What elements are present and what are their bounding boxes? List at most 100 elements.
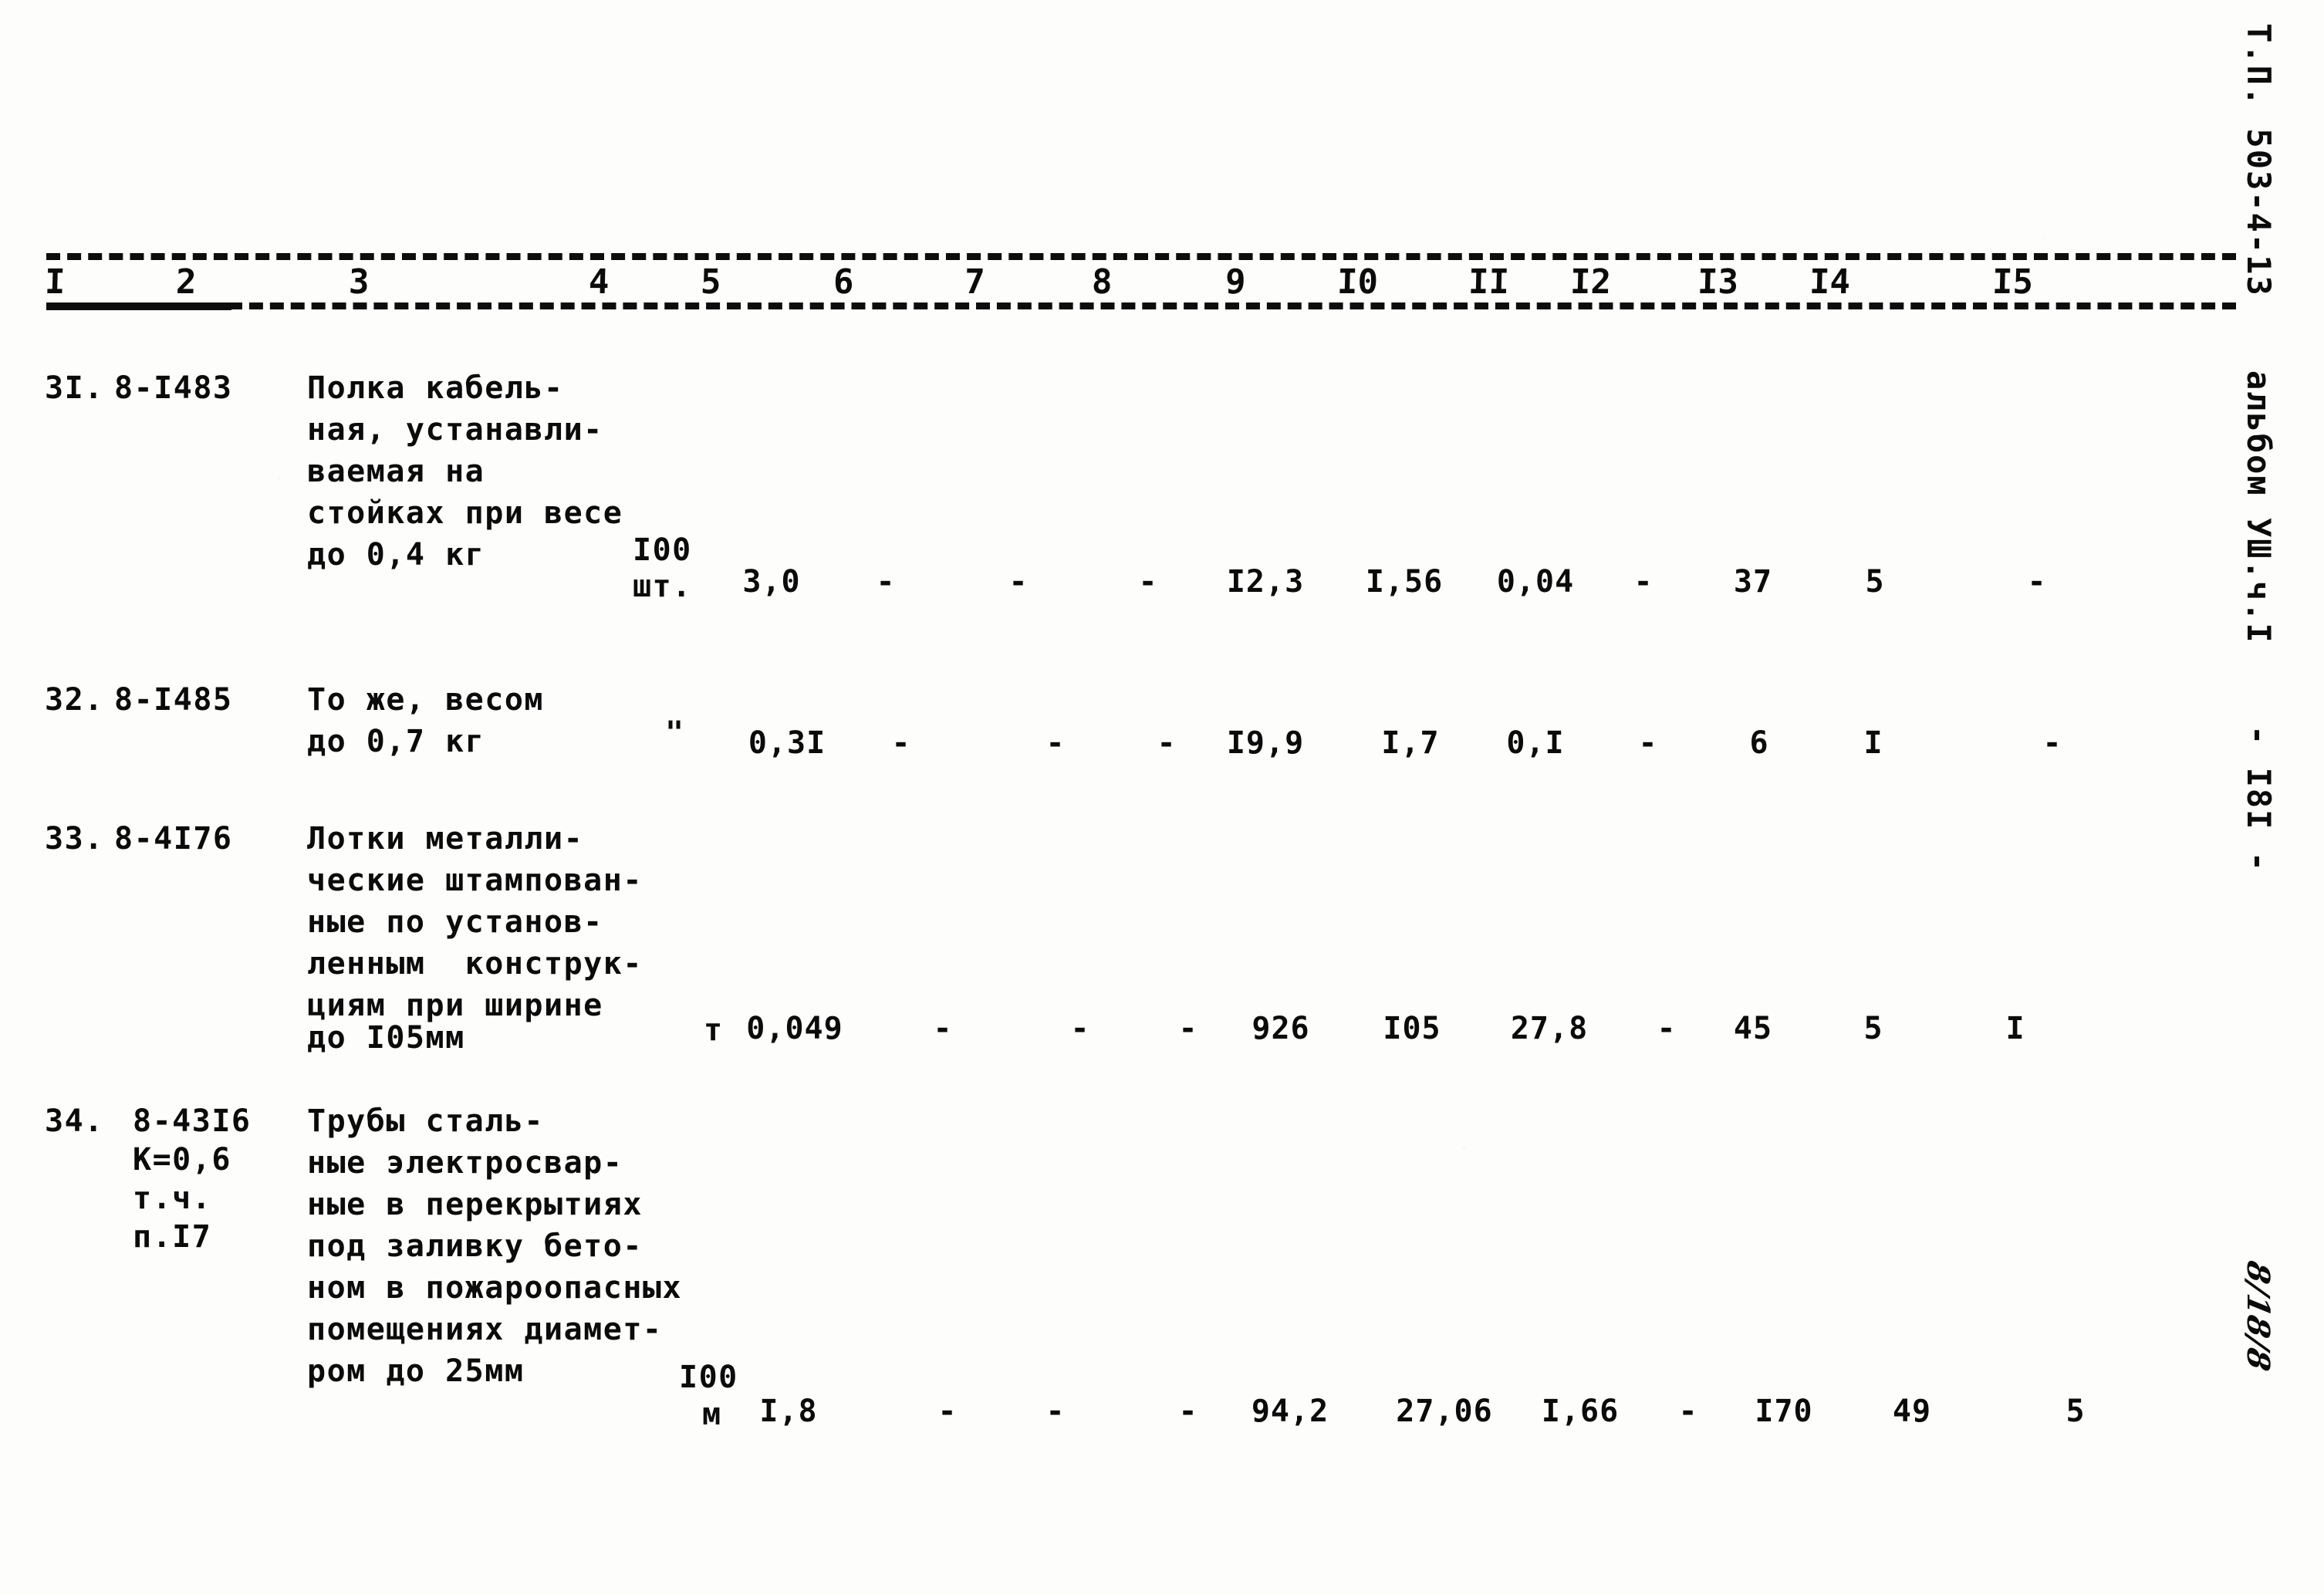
row-value: I,7 (1381, 725, 1440, 761)
col-header-7: 7 (964, 262, 986, 302)
col-header-6: 6 (833, 262, 855, 302)
row-value: - (1678, 1394, 1698, 1429)
row-description-line: ваемая на (307, 454, 485, 489)
row-unit-line: т (704, 1012, 724, 1048)
row-description-line: до I05мм (307, 1020, 465, 1056)
row-unit-line: I00 (679, 1360, 738, 1395)
row-value: - (1008, 564, 1029, 600)
col-header-12: I2 (1569, 262, 1612, 302)
row-description-line: ром до 25мм (307, 1353, 525, 1389)
row-value: I05 (1383, 1011, 1441, 1046)
row-number: 33. (45, 821, 104, 857)
col-header-13: I3 (1697, 262, 1739, 302)
row-value: 0,04 (1496, 564, 1575, 600)
row-value: 27,8 (1510, 1011, 1589, 1046)
row-number: 3I. (45, 370, 104, 406)
row-value: 45 (1733, 1011, 1773, 1046)
row-description-line: под заливку бето- (307, 1228, 643, 1264)
col-header-8: 8 (1091, 262, 1113, 302)
row-code: 8-43I6 (133, 1103, 252, 1139)
col-header-4: 4 (588, 262, 610, 302)
row-unit-line: I00 (633, 532, 692, 568)
row-value: - (933, 1011, 953, 1046)
row-description-line: стойках при весе (307, 495, 623, 531)
row-unit-line: " (665, 715, 685, 751)
row-value: - (1638, 725, 1658, 761)
row-value: - (1045, 725, 1066, 761)
margin-album-label: альбом УШ.ч.I (2240, 370, 2278, 644)
row-value: I2,3 (1226, 564, 1305, 600)
row-description-line: ленным конструк- (307, 946, 643, 982)
row-value: - (2027, 564, 2047, 600)
row-value: - (891, 725, 911, 761)
row-value: 3,0 (742, 564, 801, 600)
row-code-extra: п.I7 (133, 1219, 212, 1255)
row-description-line: ная, устанавли- (307, 412, 603, 448)
header-rule-bottom-solid-start (46, 302, 231, 310)
row-number: 34. (45, 1103, 104, 1139)
row-value: I9,9 (1226, 725, 1305, 761)
row-unit-line: шт. (633, 569, 692, 604)
row-value: - (2042, 725, 2062, 761)
row-code: 8-4I76 (114, 821, 233, 857)
row-unit-line: м (702, 1397, 722, 1432)
col-header-14: I4 (1809, 262, 1851, 302)
row-value: I,8 (759, 1394, 818, 1429)
row-value: 0,3I (748, 725, 826, 761)
col-header-9: 9 (1224, 262, 1247, 302)
page-number: - I8I - (2240, 725, 2278, 874)
handwritten-mark: 8/18/8 (2240, 1258, 2276, 1374)
row-value: - (1138, 564, 1158, 600)
header-rule-bottom (228, 302, 2236, 309)
row-value: 5 (2066, 1394, 2086, 1429)
row-value: 5 (1865, 564, 1885, 600)
row-value: 5 (1863, 1011, 1883, 1046)
row-description-line: ном в пожароопасных (307, 1270, 683, 1306)
col-header-10: I0 (1336, 262, 1379, 302)
row-code-extra: т.ч. (133, 1181, 212, 1216)
col-header-5: 5 (700, 262, 722, 302)
row-value: I,56 (1365, 564, 1444, 600)
row-value: - (937, 1394, 958, 1429)
row-value: I70 (1755, 1394, 1813, 1429)
col-header-1: I (44, 262, 66, 302)
row-description-line: То же, весом (307, 682, 544, 718)
row-value: 27,06 (1396, 1394, 1493, 1429)
row-description-line: ные электросвар- (307, 1145, 623, 1181)
row-value: 94,2 (1251, 1394, 1329, 1429)
row-value: I,66 (1541, 1394, 1620, 1429)
row-value: I (1863, 725, 1883, 761)
row-code: 8-I485 (114, 682, 233, 718)
row-value: - (876, 564, 896, 600)
col-header-3: 3 (348, 262, 370, 302)
row-value: 6 (1749, 725, 1769, 761)
row-description-line: ческие штампован- (307, 863, 643, 898)
row-code-extra: К=0,6 (133, 1142, 231, 1178)
row-description-line: до 0,4 кг (307, 537, 485, 573)
row-value: - (1657, 1011, 1677, 1046)
col-header-2: 2 (175, 262, 198, 302)
row-value: - (1070, 1011, 1090, 1046)
margin-project-code: Т.П. 503-4-13 (2240, 23, 2278, 297)
row-value: - (1633, 564, 1653, 600)
row-description-line: ные в перекрытиях (307, 1187, 643, 1222)
row-value: 0,I (1506, 725, 1565, 761)
col-header-15: I5 (1991, 262, 2034, 302)
col-header-11: II (1468, 262, 1510, 302)
row-code: 8-I483 (114, 370, 233, 406)
scanned-page: I 2 3 4 5 6 7 8 9 I0 II I2 I3 I4 I5 3I. … (0, 0, 2324, 1595)
row-description-line: до 0,7 кг (307, 724, 485, 759)
row-description-line: Трубы сталь- (307, 1103, 544, 1139)
row-value: 37 (1733, 564, 1773, 600)
row-description-line: Лотки металли- (307, 821, 584, 857)
row-value: 0,049 (746, 1011, 843, 1046)
header-rule-top (46, 253, 2236, 260)
row-value: 926 (1252, 1011, 1310, 1046)
row-value: - (1178, 1394, 1198, 1429)
row-description-line: помещениях диамет- (307, 1312, 663, 1347)
row-number: 32. (45, 682, 104, 718)
row-value: - (1157, 725, 1177, 761)
row-description-line: Полка кабель- (307, 370, 564, 406)
row-value: - (1178, 1011, 1198, 1046)
row-value: I (2005, 1011, 2025, 1046)
